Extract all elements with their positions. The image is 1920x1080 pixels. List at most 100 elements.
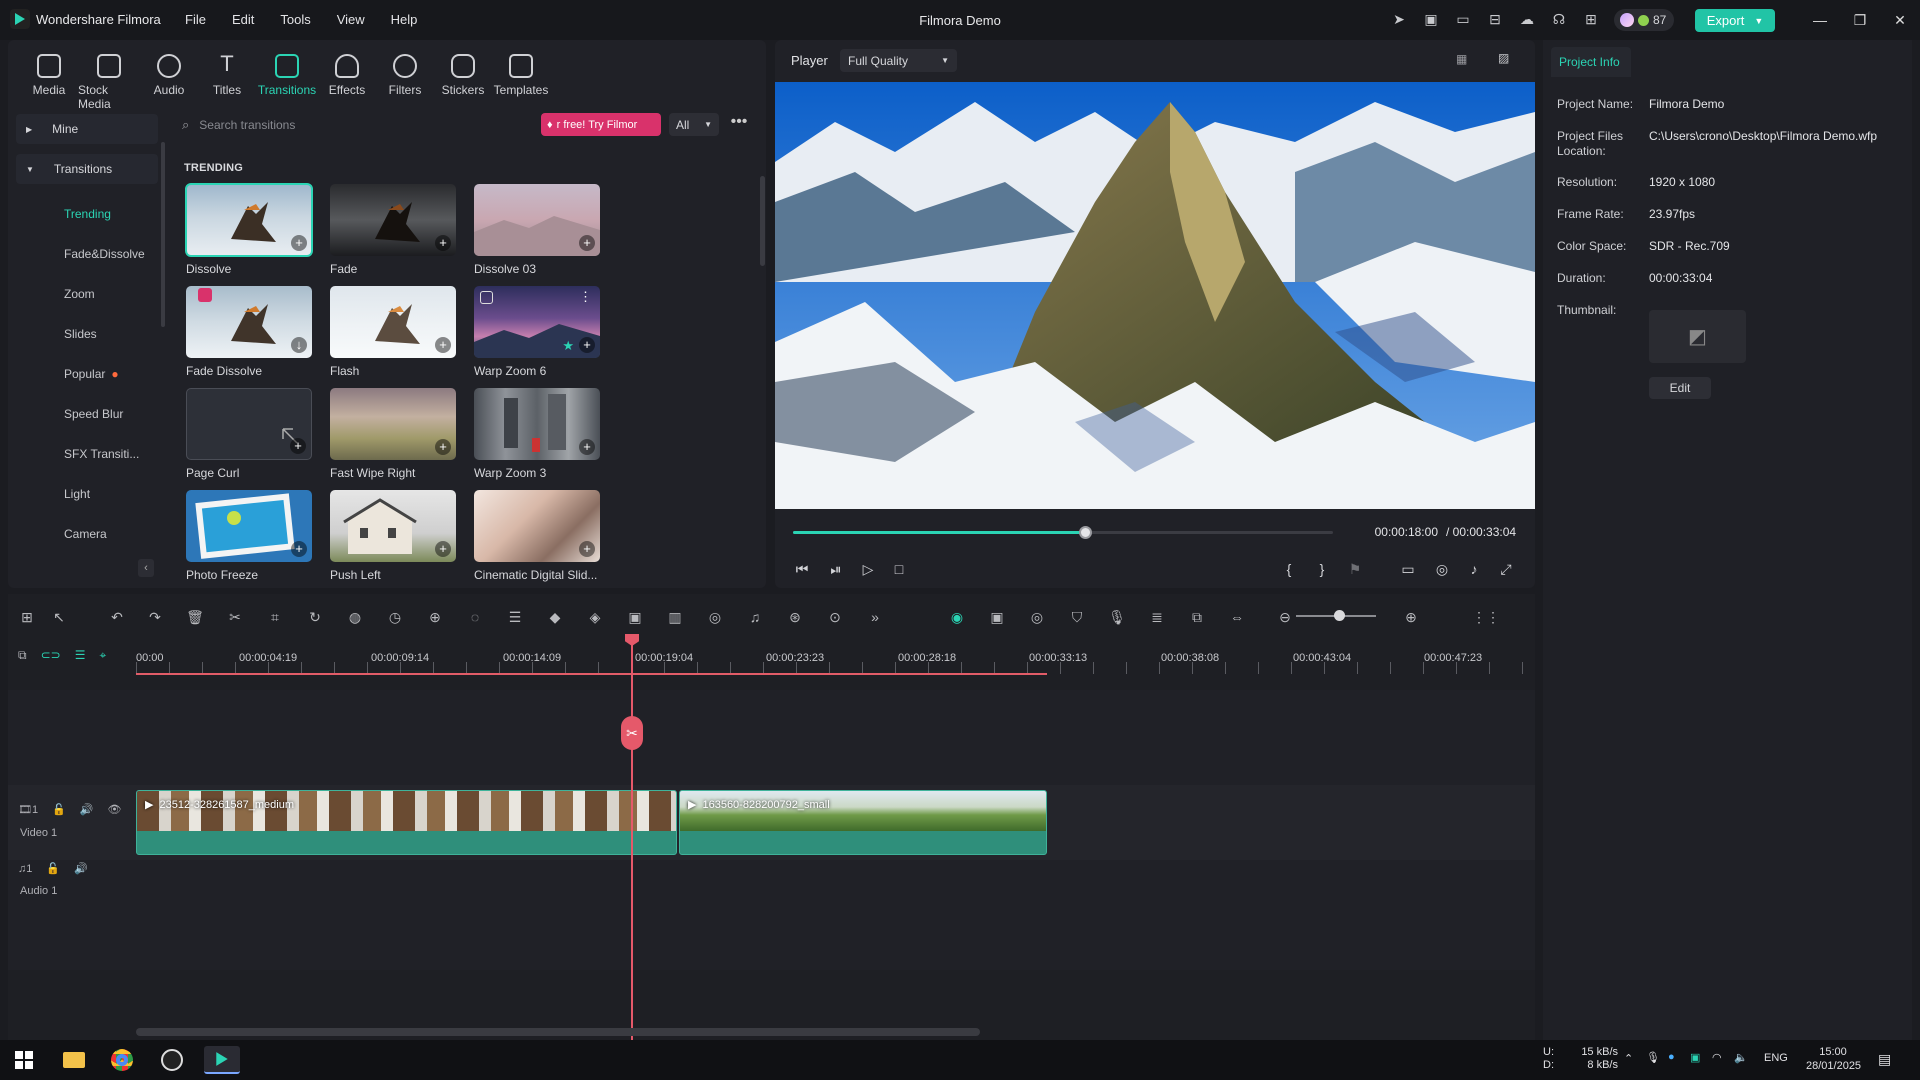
microphone-icon[interactable]: 🎙	[1108, 608, 1126, 626]
notification-icon[interactable]: ▤	[1878, 1051, 1891, 1068]
adjust-icon[interactable]: ☰	[506, 608, 524, 626]
file-explorer-icon[interactable]	[56, 1046, 92, 1074]
transition-thumbnail[interactable]: +	[186, 388, 312, 460]
nav-mine[interactable]: ▶ Mine	[16, 114, 158, 144]
detach-audio-icon[interactable]: ◎	[706, 608, 724, 626]
tab-filters[interactable]: Filters	[376, 54, 434, 111]
speed-icon[interactable]: ◷	[386, 608, 404, 626]
snapshot-icon[interactable]: ◎	[1432, 561, 1452, 578]
mute-icon[interactable]: 🔊	[80, 803, 94, 816]
select-tool-icon[interactable]: ↖	[50, 608, 68, 626]
tab-stock-media[interactable]: Stock Media	[78, 54, 140, 111]
video-clip[interactable]: ▶ 163560-828200792_small	[679, 790, 1047, 855]
volume-icon[interactable]: ♪	[1464, 561, 1484, 577]
add-icon[interactable]: +	[579, 439, 595, 455]
chrome-icon[interactable]	[104, 1046, 140, 1074]
track-manager-icon[interactable]: ☰	[75, 648, 86, 663]
minimize-icon[interactable]: —	[1805, 8, 1835, 32]
lock-icon[interactable]: 🔓	[52, 803, 66, 816]
speaker-icon[interactable]: 🔈	[1734, 1051, 1748, 1064]
transition-thumbnail[interactable]: ↓	[186, 286, 312, 358]
clock[interactable]: 15:00 28/01/2025	[1806, 1045, 1861, 1073]
playhead[interactable]	[631, 639, 633, 1040]
monitor-icon[interactable]: ▭	[1454, 10, 1472, 28]
quality-select[interactable]: Full Quality ▼	[840, 49, 957, 72]
audio-mixer-icon[interactable]: ≣	[1148, 608, 1166, 626]
tab-stickers[interactable]: Stickers	[434, 54, 492, 111]
mask-icon[interactable]: ◌	[466, 608, 484, 626]
zoom-slider-handle[interactable]	[1334, 610, 1345, 621]
export-button[interactable]: Export ▼	[1695, 9, 1775, 32]
audio-edit-icon[interactable]: ♫	[746, 608, 764, 626]
split-icon[interactable]: ✂	[226, 608, 244, 626]
grid-view-icon[interactable]: ▦	[1456, 52, 1474, 68]
render-icon[interactable]: ▣	[988, 608, 1006, 626]
snap-icon[interactable]: ⌖	[99, 648, 106, 663]
transition-thumbnail[interactable]: +	[330, 286, 456, 358]
cloud-upload-icon[interactable]: ☁	[1518, 10, 1536, 28]
sidebar-item-light[interactable]: Light	[16, 474, 158, 514]
transition-card[interactable]: + Dissolve 03	[474, 184, 600, 276]
rotate-icon[interactable]: ↻	[306, 608, 324, 626]
video-clip[interactable]: ▶ 23512-328261587_medium	[136, 790, 677, 855]
redo-icon[interactable]: ↷	[146, 608, 164, 626]
sidebar-item-slides[interactable]: Slides	[16, 314, 158, 354]
sidenav-scrollbar[interactable]	[161, 142, 165, 327]
play-back-icon[interactable]: ⏯	[826, 561, 846, 578]
smart-cut-icon[interactable]: ⊛	[786, 608, 804, 626]
favorite-star-icon[interactable]: ★	[562, 338, 574, 354]
stabilize-icon[interactable]: ◈	[586, 608, 604, 626]
shield-icon[interactable]: ⛉	[1068, 608, 1086, 626]
transition-thumbnail[interactable]: +	[186, 490, 312, 562]
sidebar-item-sfx-transitions[interactable]: SFX Transiti...	[16, 434, 158, 474]
filmora-taskbar-icon[interactable]	[204, 1046, 240, 1074]
eye-icon[interactable]: 👁	[108, 803, 122, 816]
add-icon[interactable]: +	[435, 439, 451, 455]
layout-icon[interactable]: ⊞	[18, 608, 36, 626]
menu-edit[interactable]: Edit	[232, 12, 254, 27]
filter-select[interactable]: All ▼	[669, 113, 719, 136]
menu-tools[interactable]: Tools	[280, 12, 310, 27]
transition-thumbnail[interactable]: +	[474, 490, 600, 562]
transition-card[interactable]: + Warp Zoom 3	[474, 388, 600, 480]
windows-start-icon[interactable]	[6, 1046, 42, 1074]
sidebar-item-zoom[interactable]: Zoom	[16, 274, 158, 314]
crop-icon[interactable]: ⌗	[266, 608, 284, 626]
image-quality-icon[interactable]: ▨	[1498, 51, 1516, 67]
transition-card[interactable]: + Photo Freeze	[186, 490, 312, 582]
color-icon[interactable]: ◍	[346, 608, 364, 626]
microphone-icon[interactable]: 🎙	[1646, 1051, 1660, 1064]
tab-titles[interactable]: T Titles	[198, 53, 256, 111]
fullscreen-icon[interactable]: ⤢	[1496, 561, 1516, 578]
add-icon[interactable]: +	[435, 337, 451, 353]
transition-card[interactable]: + Push Left	[330, 490, 456, 582]
playhead-split-handle[interactable]: ✂	[621, 716, 643, 750]
add-icon[interactable]: +	[290, 438, 306, 454]
tab-effects[interactable]: Effects	[318, 54, 376, 111]
sidebar-item-popular[interactable]: Popular ●	[16, 354, 158, 394]
transition-card[interactable]: + Page Curl	[186, 388, 312, 480]
transition-thumbnail[interactable]: +	[330, 388, 456, 460]
zoom-in-frame-icon[interactable]: ⊕	[426, 608, 444, 626]
transition-card[interactable]: + Flash	[330, 286, 456, 378]
add-icon[interactable]: +	[579, 235, 595, 251]
sidebar-item-fade-dissolve[interactable]: Fade&Dissolve	[16, 234, 158, 274]
promo-banner[interactable]: ♦ r free! Try Filmor	[541, 113, 661, 136]
send-icon[interactable]: ➤	[1390, 10, 1408, 28]
search-input[interactable]: ⌕ Search transitions	[182, 113, 536, 137]
transition-card[interactable]: ↓ Fade Dissolve	[186, 286, 312, 378]
sidebar-item-trending[interactable]: Trending	[16, 194, 158, 234]
language-indicator[interactable]: ENG	[1764, 1052, 1788, 1064]
display-icon[interactable]: ▭	[1398, 561, 1418, 578]
transition-thumbnail[interactable]: ⋮ ★ +	[474, 286, 600, 358]
transition-card[interactable]: + Dissolve	[185, 183, 313, 276]
chevron-down-icon[interactable]: ▼	[1754, 16, 1763, 26]
transition-card[interactable]: ⋮ ★ + Warp Zoom 6	[474, 286, 600, 378]
transition-thumbnail[interactable]: +	[474, 388, 600, 460]
motion-track-icon[interactable]: ⊙	[826, 608, 844, 626]
scrub-handle[interactable]	[1079, 526, 1092, 539]
preview-icon[interactable]: ◎	[1028, 608, 1046, 626]
ai-tool-icon[interactable]: ▣	[626, 608, 644, 626]
credits-badge[interactable]: 87	[1614, 9, 1674, 31]
undo-icon[interactable]: ↶	[108, 608, 126, 626]
